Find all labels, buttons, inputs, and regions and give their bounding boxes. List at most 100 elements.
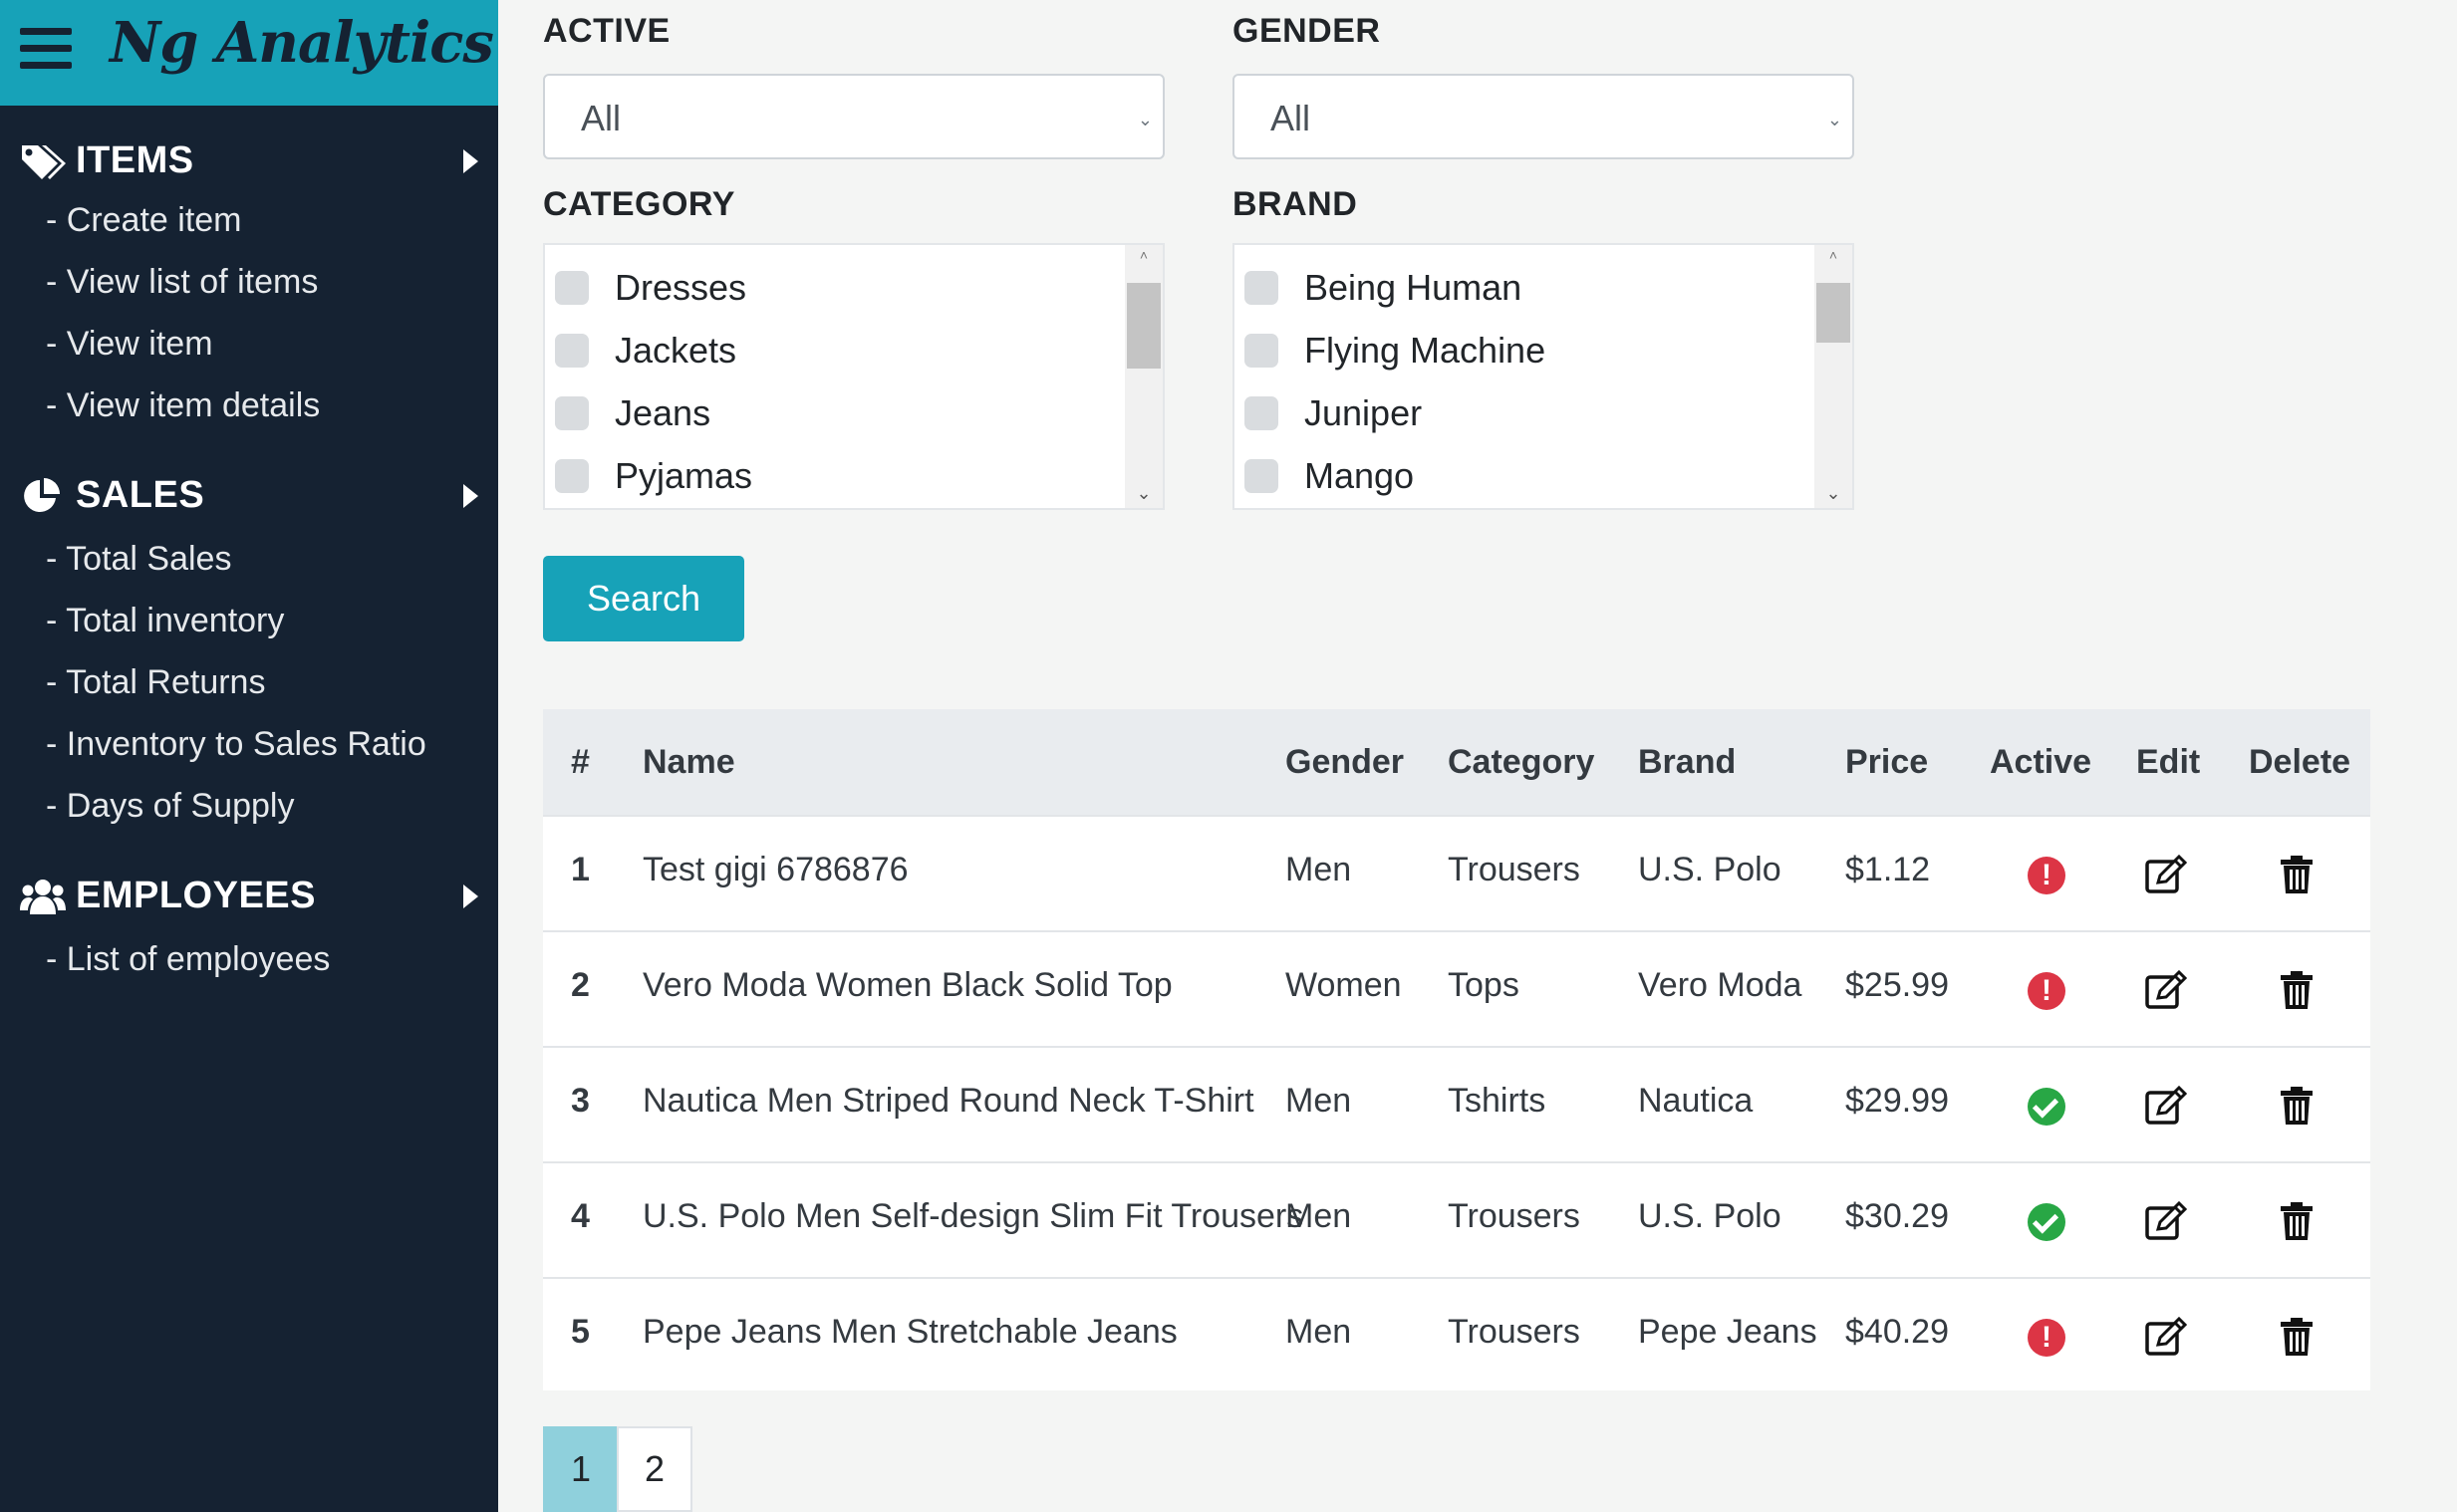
- users-icon: [20, 880, 66, 914]
- category-option[interactable]: Jeans: [555, 382, 1113, 438]
- sidebar-link-total-sales[interactable]: - Total Sales: [46, 540, 231, 579]
- caret-right-icon: [463, 884, 478, 908]
- caret-right-icon: [463, 484, 478, 508]
- row-brand: Nautica: [1638, 1082, 1754, 1120]
- category-option-label: Dresses: [615, 267, 747, 308]
- checkbox[interactable]: [555, 271, 589, 305]
- sidebar-link-view-item[interactable]: - View item: [46, 325, 213, 364]
- row-category: Trousers: [1448, 1197, 1580, 1235]
- category-scrollbar[interactable]: ˄ ⌄: [1125, 245, 1163, 508]
- row-price: $30.29: [1845, 1197, 1949, 1235]
- edit-icon[interactable]: [2144, 1084, 2188, 1128]
- exclamation-circle-icon: !: [2028, 972, 2065, 1010]
- scroll-up-icon[interactable]: ˄: [1814, 247, 1852, 263]
- sidebar-link-days-of-supply[interactable]: - Days of Supply: [46, 787, 294, 826]
- hamburger-menu-icon[interactable]: [20, 28, 74, 72]
- row-gender: Men: [1285, 1082, 1352, 1120]
- exclamation-circle-icon: !: [2028, 1319, 2065, 1357]
- brand-option[interactable]: Being Human: [1244, 257, 1802, 313]
- checkbox[interactable]: [555, 396, 589, 430]
- table-row: 5 Pepe Jeans Men Stretchable Jeans Men Trou…: [543, 1277, 2370, 1392]
- row-name: Test gigi 6786876: [643, 851, 909, 888]
- row-gender: Women: [1285, 966, 1402, 1004]
- active-select[interactable]: All ⌄: [543, 74, 1165, 159]
- row-number: 1: [571, 851, 590, 888]
- checkbox[interactable]: [1244, 271, 1278, 305]
- active-filter-label: ACTIVE: [543, 12, 671, 50]
- items-table: # Name Gender Category Brand Price Activ…: [543, 709, 2370, 1390]
- edit-icon[interactable]: [2144, 968, 2188, 1012]
- category-option[interactable]: Dresses: [555, 257, 1113, 313]
- trash-icon[interactable]: [2275, 853, 2319, 896]
- trash-icon[interactable]: [2275, 968, 2319, 1012]
- active-select-value: All: [581, 98, 622, 138]
- row-brand: U.S. Polo: [1638, 1197, 1781, 1235]
- column-header-gender: Gender: [1285, 743, 1405, 781]
- page-button-1[interactable]: 1: [543, 1426, 619, 1512]
- sidebar-section-title: ITEMS: [76, 139, 194, 181]
- sidebar-link-view-item-details[interactable]: - View item details: [46, 386, 320, 425]
- column-header-category: Category: [1448, 743, 1595, 781]
- sidebar-link-create-item[interactable]: - Create item: [46, 201, 242, 240]
- sidebar-section-sales[interactable]: SALES: [20, 468, 478, 524]
- scroll-up-icon[interactable]: ˄: [1125, 247, 1163, 263]
- column-header-edit: Edit: [2136, 743, 2201, 781]
- checkbox[interactable]: [1244, 334, 1278, 368]
- brand-scrollbar[interactable]: ˄ ⌄: [1814, 245, 1852, 508]
- row-name: Pepe Jeans Men Stretchable Jeans: [643, 1313, 1178, 1351]
- brand-option[interactable]: Flying Machine: [1244, 320, 1802, 376]
- edit-icon[interactable]: [2144, 853, 2188, 896]
- chevron-down-icon: ⌄: [1137, 110, 1153, 129]
- category-option[interactable]: Pyjamas: [555, 445, 1113, 501]
- scrollbar-thumb[interactable]: [1816, 283, 1850, 343]
- brand-option-label: Being Human: [1304, 267, 1522, 308]
- exclamation-circle-icon: !: [2028, 857, 2065, 894]
- trash-icon[interactable]: [2275, 1315, 2319, 1359]
- sidebar-link-view-list-of-items[interactable]: - View list of items: [46, 263, 318, 302]
- sidebar-link-inventory-to-sales-ratio[interactable]: - Inventory to Sales Ratio: [46, 725, 426, 764]
- row-gender: Men: [1285, 851, 1352, 888]
- column-header-brand: Brand: [1638, 743, 1737, 781]
- table-row: 1 Test gigi 6786876 Men Trousers U.S. Polo $1…: [543, 815, 2370, 930]
- row-brand: Vero Moda: [1638, 966, 1802, 1004]
- row-price: $29.99: [1845, 1082, 1949, 1120]
- edit-icon[interactable]: [2144, 1315, 2188, 1359]
- trash-icon[interactable]: [2275, 1084, 2319, 1128]
- brand-option-label: Juniper: [1304, 392, 1423, 433]
- scroll-down-icon[interactable]: ⌄: [1814, 483, 1852, 504]
- row-name: U.S. Polo Men Self-design Slim Fit Trous…: [643, 1197, 1304, 1235]
- gender-filter-label: GENDER: [1232, 12, 1381, 50]
- table-row: 4 U.S. Polo Men Self-design Slim Fit Trou…: [543, 1161, 2370, 1277]
- check-circle-icon: [2028, 1203, 2065, 1241]
- edit-icon[interactable]: [2144, 1199, 2188, 1243]
- column-header-delete: Delete: [2249, 743, 2351, 781]
- checkbox[interactable]: [1244, 396, 1278, 430]
- brand-option[interactable]: Juniper: [1244, 382, 1802, 438]
- column-header-name: Name: [643, 743, 735, 781]
- sidebar-section-items[interactable]: ITEMS: [20, 133, 478, 189]
- gender-select[interactable]: All ⌄: [1232, 74, 1854, 159]
- sidebar: Ng Analytics ITEMS - Create item - View …: [0, 0, 498, 1512]
- row-category: Trousers: [1448, 1313, 1580, 1351]
- scrollbar-thumb[interactable]: [1127, 283, 1161, 369]
- sidebar-section-employees[interactable]: EMPLOYEES: [20, 869, 478, 924]
- sidebar-link-total-returns[interactable]: - Total Returns: [46, 663, 265, 702]
- checkbox[interactable]: [1244, 459, 1278, 493]
- trash-icon[interactable]: [2275, 1199, 2319, 1243]
- table-row: 2 Vero Moda Women Black Solid Top Women Top…: [543, 930, 2370, 1046]
- checkbox[interactable]: [555, 459, 589, 493]
- sidebar-link-total-inventory[interactable]: - Total inventory: [46, 602, 284, 640]
- brand-checklist[interactable]: Being Human Flying Machine Juniper Mango…: [1232, 243, 1854, 510]
- page-button-2[interactable]: 2: [617, 1426, 692, 1512]
- checkbox[interactable]: [555, 334, 589, 368]
- category-option[interactable]: Jackets: [555, 320, 1113, 376]
- scroll-down-icon[interactable]: ⌄: [1125, 483, 1163, 504]
- search-button[interactable]: Search: [543, 556, 744, 641]
- brand-option[interactable]: Mango: [1244, 445, 1802, 501]
- sidebar-link-list-of-employees[interactable]: - List of employees: [46, 940, 330, 979]
- pie-chart-icon: [24, 478, 60, 512]
- category-checklist[interactable]: Dresses Jackets Jeans Pyjamas ˄ ⌄: [543, 243, 1165, 510]
- row-brand: U.S. Polo: [1638, 851, 1781, 888]
- gender-select-value: All: [1270, 98, 1311, 138]
- row-price: $25.99: [1845, 966, 1949, 1004]
